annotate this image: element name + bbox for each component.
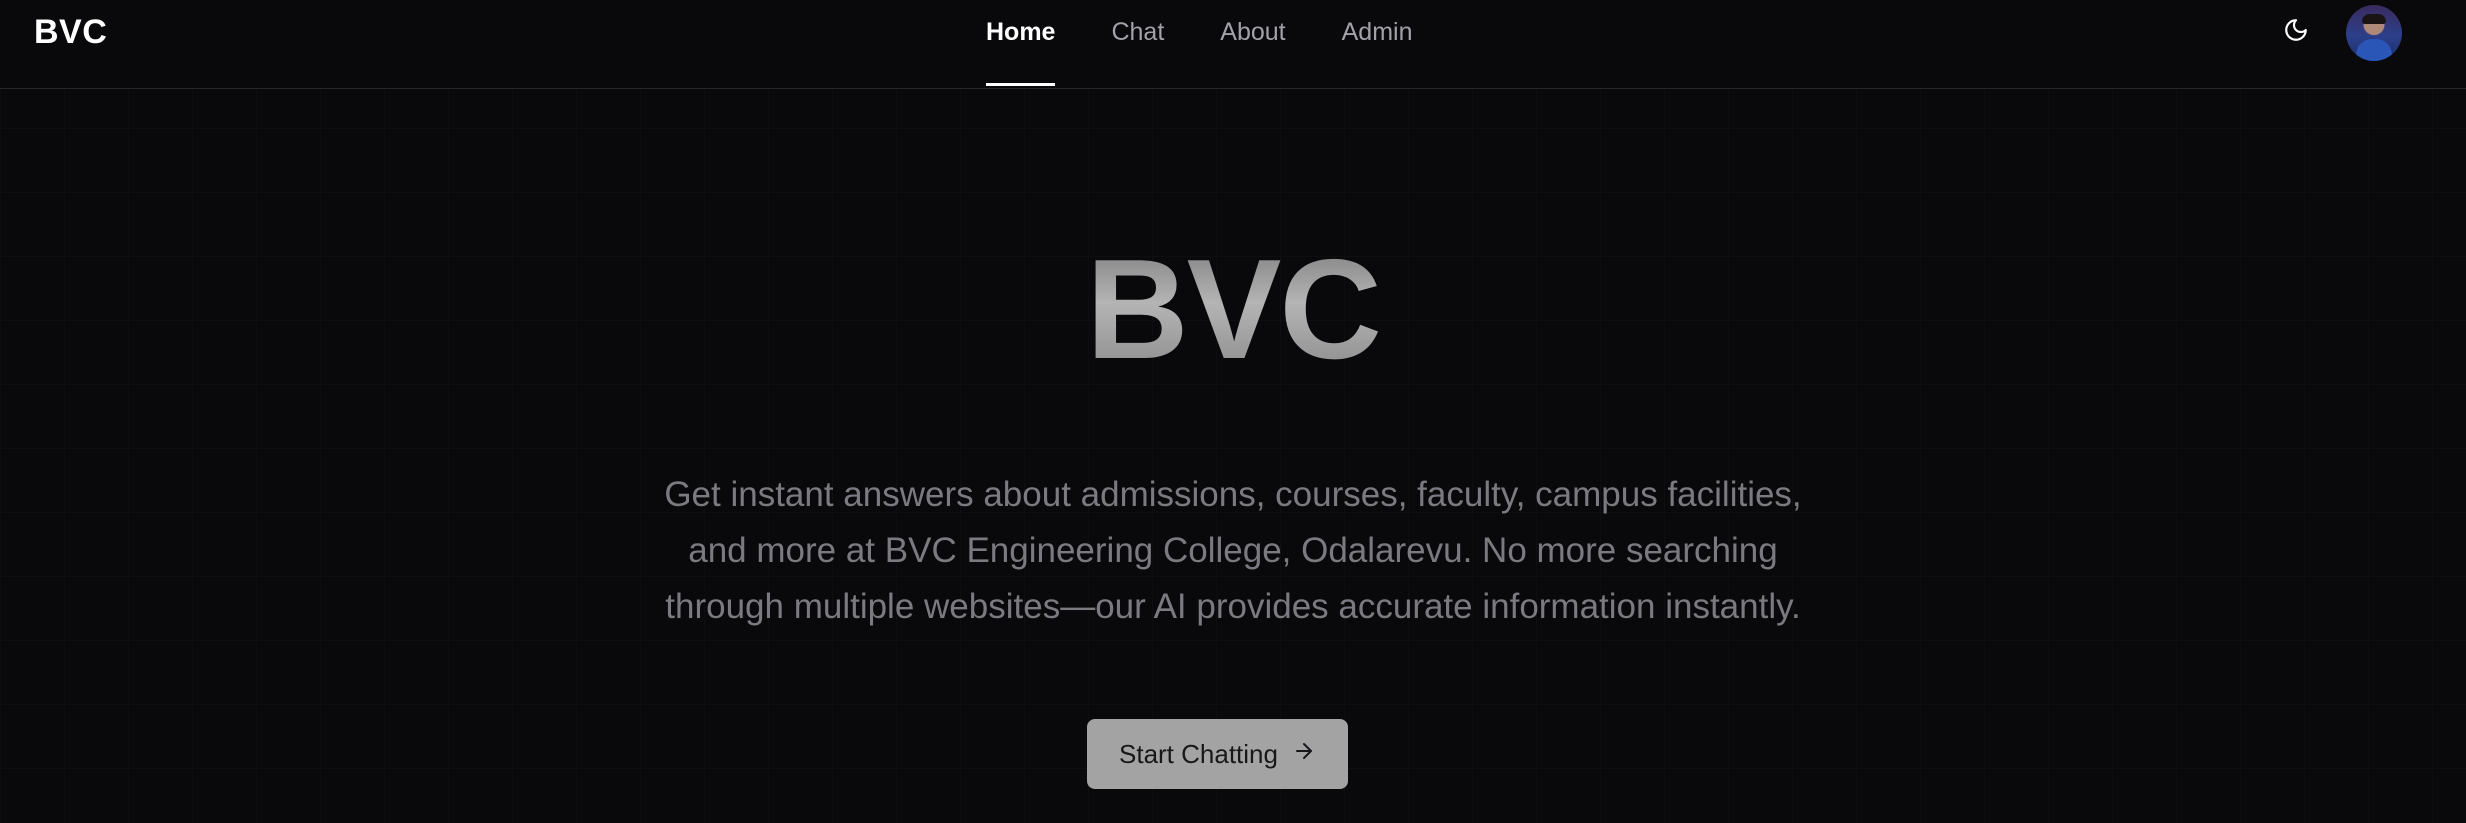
hero-section: BVC Get instant answers about admissions… <box>0 89 2466 823</box>
start-chatting-button[interactable]: Start Chatting <box>1087 719 1348 789</box>
avatar-hair <box>2362 14 2386 24</box>
arrow-right-icon <box>1292 739 1316 770</box>
nav-link-admin[interactable]: Admin <box>1342 0 1413 88</box>
brand-logo[interactable]: BVC <box>34 13 107 52</box>
hero-title: BVC <box>0 239 2466 381</box>
hero-description: Get instant answers about admissions, co… <box>664 475 1802 626</box>
start-chatting-label: Start Chatting <box>1119 738 1278 769</box>
nav-link-home[interactable]: Home <box>986 0 1056 88</box>
theme-toggle-button[interactable] <box>2280 16 2312 48</box>
nav-link-about[interactable]: About <box>1220 0 1285 88</box>
avatar-body <box>2356 39 2392 61</box>
main-nav: Home Chat About Admin <box>986 0 1413 88</box>
top-navbar: BVC Home Chat About Admin <box>0 0 2466 89</box>
nav-link-chat[interactable]: Chat <box>1111 0 1164 88</box>
user-avatar[interactable] <box>2346 5 2402 61</box>
moon-icon <box>2283 17 2309 48</box>
